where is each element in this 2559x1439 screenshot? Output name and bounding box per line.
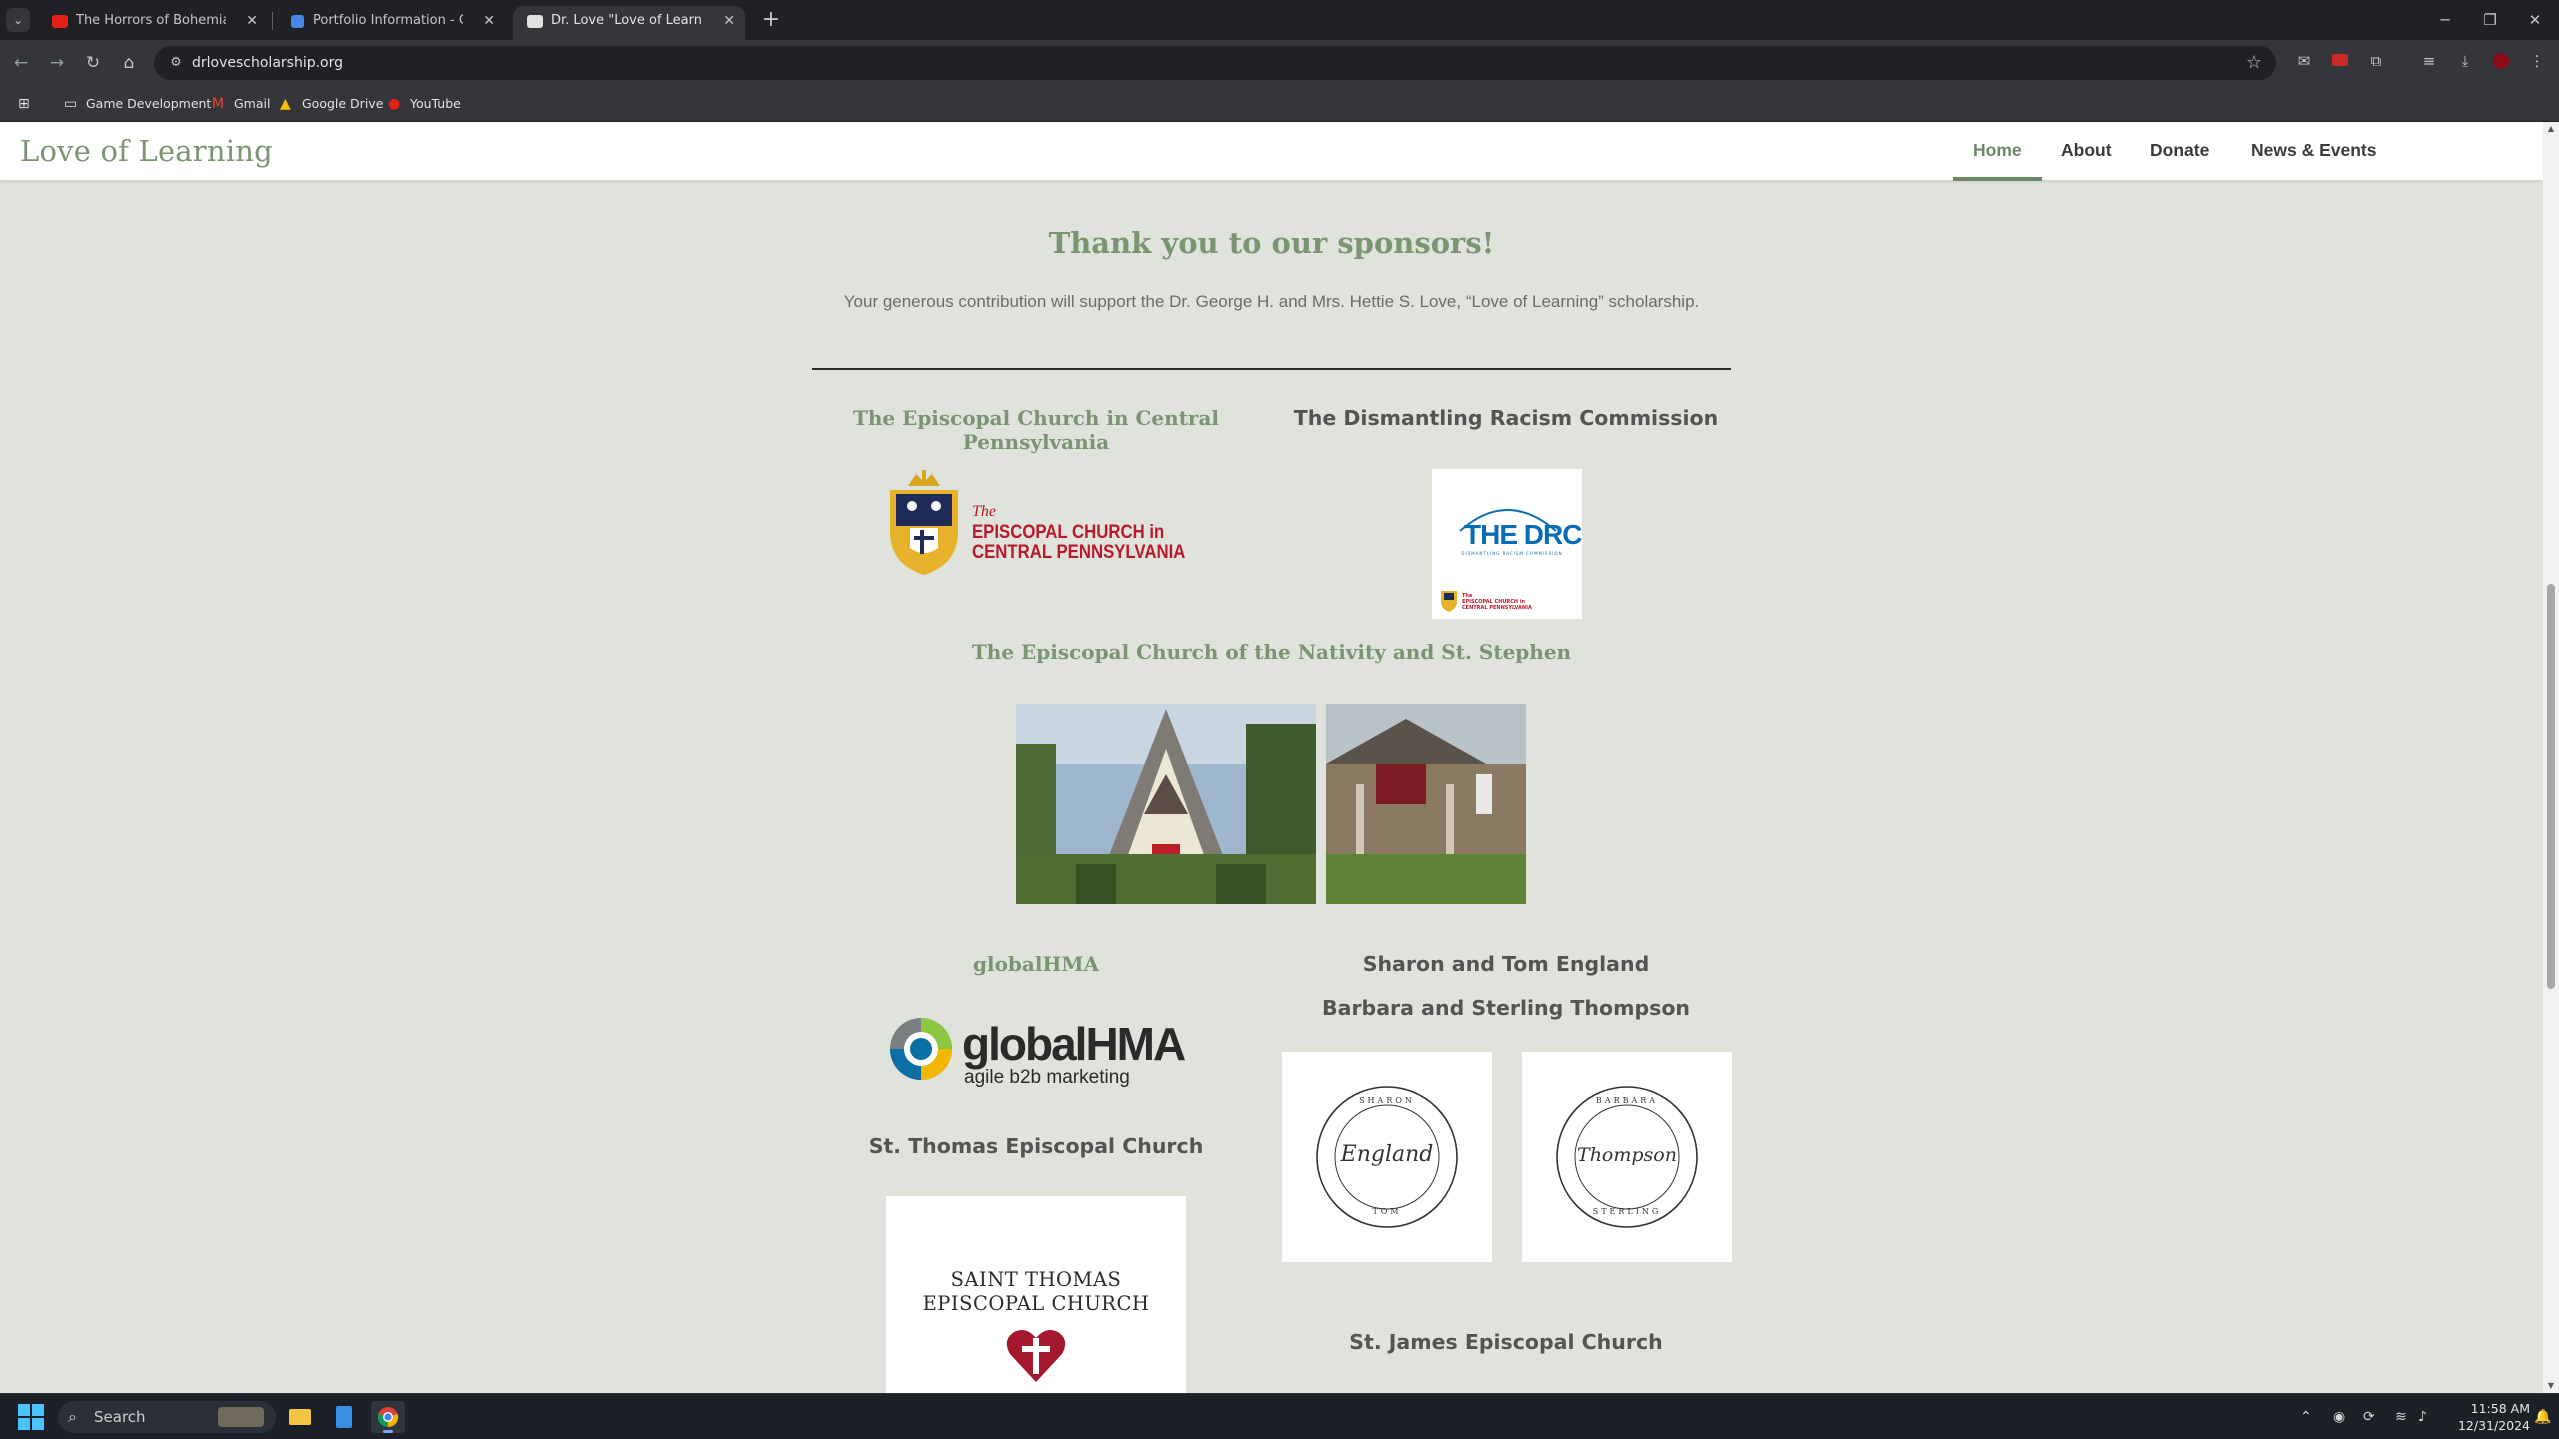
- drc-logo[interactable]: THE DRC DISMANTLING RACISM COMMISSION Th…: [1432, 469, 1582, 619]
- reload-icon[interactable]: ↻: [80, 50, 106, 76]
- tray-discord-icon[interactable]: ◉: [2333, 1394, 2345, 1439]
- globalhma-mark-icon: [890, 1018, 952, 1080]
- tray-overflow-icon[interactable]: ⌃: [2300, 1394, 2312, 1439]
- close-icon[interactable]: ✕: [723, 6, 735, 36]
- home-icon[interactable]: ⌂: [116, 50, 142, 76]
- tab-title: Dr. Love "Love of Learning" Sch: [551, 13, 701, 28]
- nav-about[interactable]: About: [2061, 140, 2112, 161]
- apps-grid-icon[interactable]: ⊞: [16, 91, 36, 117]
- more-menu-icon[interactable]: ⋮: [2526, 50, 2548, 72]
- bookmarks-bar: ⊞ ▭ Game Development M Gmail ▲ Google Dr…: [0, 86, 2559, 122]
- tray-sync-icon[interactable]: ⟳: [2363, 1394, 2375, 1439]
- search-highlight-icon: [218, 1407, 264, 1427]
- tab-dr-love-scholarship[interactable]: Dr. Love "Love of Learning" Sch ✕: [513, 6, 745, 40]
- sponsor-name-drc: The Dismantling Racism Commission: [1293, 406, 1719, 430]
- sponsor-name-st-james: St. James Episcopal Church: [1349, 1330, 1663, 1354]
- back-icon[interactable]: ←: [8, 50, 34, 76]
- media-control-icon[interactable]: ≡: [2418, 50, 2440, 72]
- nativity-church-photo[interactable]: [1016, 704, 1316, 904]
- episcopal-central-pa-logo[interactable]: The EPISCOPAL CHURCH in CENTRAL PENNSYLV…: [884, 470, 1190, 577]
- globalhma-logo[interactable]: globalHMA agile b2b marketing: [886, 1011, 1191, 1089]
- st-thomas-logo[interactable]: SAINT THOMAS EPISCOPAL CHURCH: [886, 1196, 1186, 1393]
- tab-title: The Horrors of Bohemian Grov: [76, 13, 226, 28]
- file-explorer-icon[interactable]: [283, 1401, 317, 1433]
- bookmark-star-icon[interactable]: ☆: [2246, 46, 2262, 80]
- close-window-icon[interactable]: ✕: [2515, 4, 2555, 36]
- nav-donate[interactable]: Donate: [2150, 140, 2209, 161]
- browser-tab-bar: ⌄ The Horrors of Bohemian Grov ✕ Portfol…: [0, 0, 2559, 40]
- england-stamp[interactable]: SHARON England TOM: [1282, 1052, 1492, 1262]
- ecp-wordmark: The EPISCOPAL CHURCH in CENTRAL PENNSYLV…: [972, 503, 1186, 563]
- extension-red-icon[interactable]: [2329, 50, 2351, 72]
- windows-start-icon[interactable]: [18, 1404, 44, 1430]
- stone-church-photo: [1326, 704, 1526, 904]
- sponsor-name-thompson: Barbara and Sterling Thompson: [1321, 996, 1690, 1020]
- church-gable-photo: [1016, 704, 1316, 904]
- bookmark-youtube[interactable]: ● YouTube: [388, 91, 461, 117]
- scrollbar-thumb[interactable]: [2547, 584, 2555, 989]
- browser-toolbar: ← → ↻ ⌂ ⚙ drlovescholarship.org ☆: [0, 40, 2559, 86]
- bookmark-game-development[interactable]: ▭ Game Development: [64, 91, 211, 117]
- scroll-up-icon[interactable]: ▲: [2543, 122, 2559, 136]
- gmail-icon: M: [212, 96, 225, 112]
- tab-bohemian-grove[interactable]: The Horrors of Bohemian Grov ✕: [38, 6, 268, 40]
- google-drive-icon: ▲: [280, 96, 291, 112]
- folder-icon: ▭: [64, 96, 78, 112]
- site-favicon-icon: [527, 15, 543, 28]
- taskbar-clock[interactable]: 11:58 AM 12/31/2024: [2440, 1400, 2530, 1434]
- nav-active-indicator: [1953, 177, 2042, 181]
- notepad-icon[interactable]: [327, 1401, 361, 1433]
- youtube-icon: [52, 15, 68, 28]
- chrome-taskbar-icon[interactable]: [371, 1401, 405, 1433]
- notification-bell-icon[interactable]: 🔔: [2534, 1394, 2551, 1439]
- site-logo[interactable]: Love of Learning: [20, 134, 273, 168]
- windows-taskbar: ⌕ Search ⌃ ◉ ⟳ ≋ ♪ 11:58 AM 12/31/2024 🔔: [0, 1393, 2559, 1439]
- drc-mini-shield-icon: [1441, 591, 1457, 612]
- tab-separator: [272, 12, 273, 30]
- address-bar[interactable]: ⚙ drlovescholarship.org ☆: [154, 46, 2276, 80]
- downloads-icon[interactable]: ⤓: [2454, 50, 2476, 72]
- thompson-stamp[interactable]: BARBARA Thompson STERLING: [1522, 1052, 1732, 1262]
- heart-cross-icon: [1006, 1330, 1066, 1382]
- bookmark-gmail[interactable]: M Gmail: [212, 91, 270, 117]
- profile-avatar[interactable]: [2490, 50, 2512, 72]
- nav-news-events[interactable]: News & Events: [2251, 140, 2376, 161]
- taskbar-search[interactable]: ⌕ Search: [58, 1401, 276, 1433]
- sponsor-name-england: Sharon and Tom England: [1362, 952, 1650, 976]
- close-icon[interactable]: ✕: [246, 6, 258, 36]
- google-docs-icon: [291, 15, 304, 28]
- sponsors-heading: Thank you to our sponsors!: [1048, 226, 1495, 260]
- st-stephen-church-photo[interactable]: [1326, 704, 1526, 904]
- sponsors-subtitle: Your generous contribution will support …: [843, 292, 1700, 311]
- sponsor-name-nativity: The Episcopal Church of the Nativity and…: [971, 640, 1572, 664]
- volume-icon[interactable]: ♪: [2418, 1394, 2427, 1439]
- tab-title: Portfolio Information - Google: [313, 13, 463, 28]
- section-divider: [812, 368, 1731, 370]
- chrome-icon: [377, 1407, 399, 1428]
- search-icon: ⌕: [68, 1407, 77, 1426]
- sponsor-name-st-thomas: St. Thomas Episcopal Church: [868, 1134, 1204, 1158]
- forward-icon[interactable]: →: [44, 50, 70, 76]
- bookmark-google-drive[interactable]: ▲ Google Drive: [280, 91, 383, 117]
- new-tab-button[interactable]: +: [757, 6, 785, 34]
- extension-mail-icon[interactable]: ✉: [2293, 50, 2315, 72]
- site-header: Love of Learning Home About Donate News …: [0, 122, 2543, 181]
- tab-portfolio-information[interactable]: Portfolio Information - Google ✕: [275, 6, 505, 40]
- site-info-icon[interactable]: ⚙: [166, 53, 186, 73]
- wifi-icon[interactable]: ≋: [2395, 1394, 2407, 1439]
- sponsor-name-globalhma: globalHMA: [972, 952, 1099, 976]
- diocese-shield-icon: [890, 470, 958, 575]
- scroll-down-icon[interactable]: ▼: [2543, 1379, 2559, 1393]
- restore-icon[interactable]: ❐: [2470, 4, 2510, 36]
- minimize-icon[interactable]: ─: [2425, 4, 2465, 36]
- tab-search-button[interactable]: ⌄: [6, 8, 30, 32]
- extensions-puzzle-icon[interactable]: ⧉: [2365, 50, 2387, 72]
- close-icon[interactable]: ✕: [483, 6, 495, 36]
- nav-home[interactable]: Home: [1973, 140, 2022, 161]
- drc-mini-wordmark: The EPISCOPAL CHURCH in CENTRAL PENNSYLV…: [1462, 593, 1532, 611]
- youtube-icon: ●: [388, 96, 401, 112]
- sponsor-name-episcopal-central-pa: The Episcopal Church in Central Pennsylv…: [852, 406, 1220, 454]
- url-text[interactable]: drlovescholarship.org: [192, 46, 343, 80]
